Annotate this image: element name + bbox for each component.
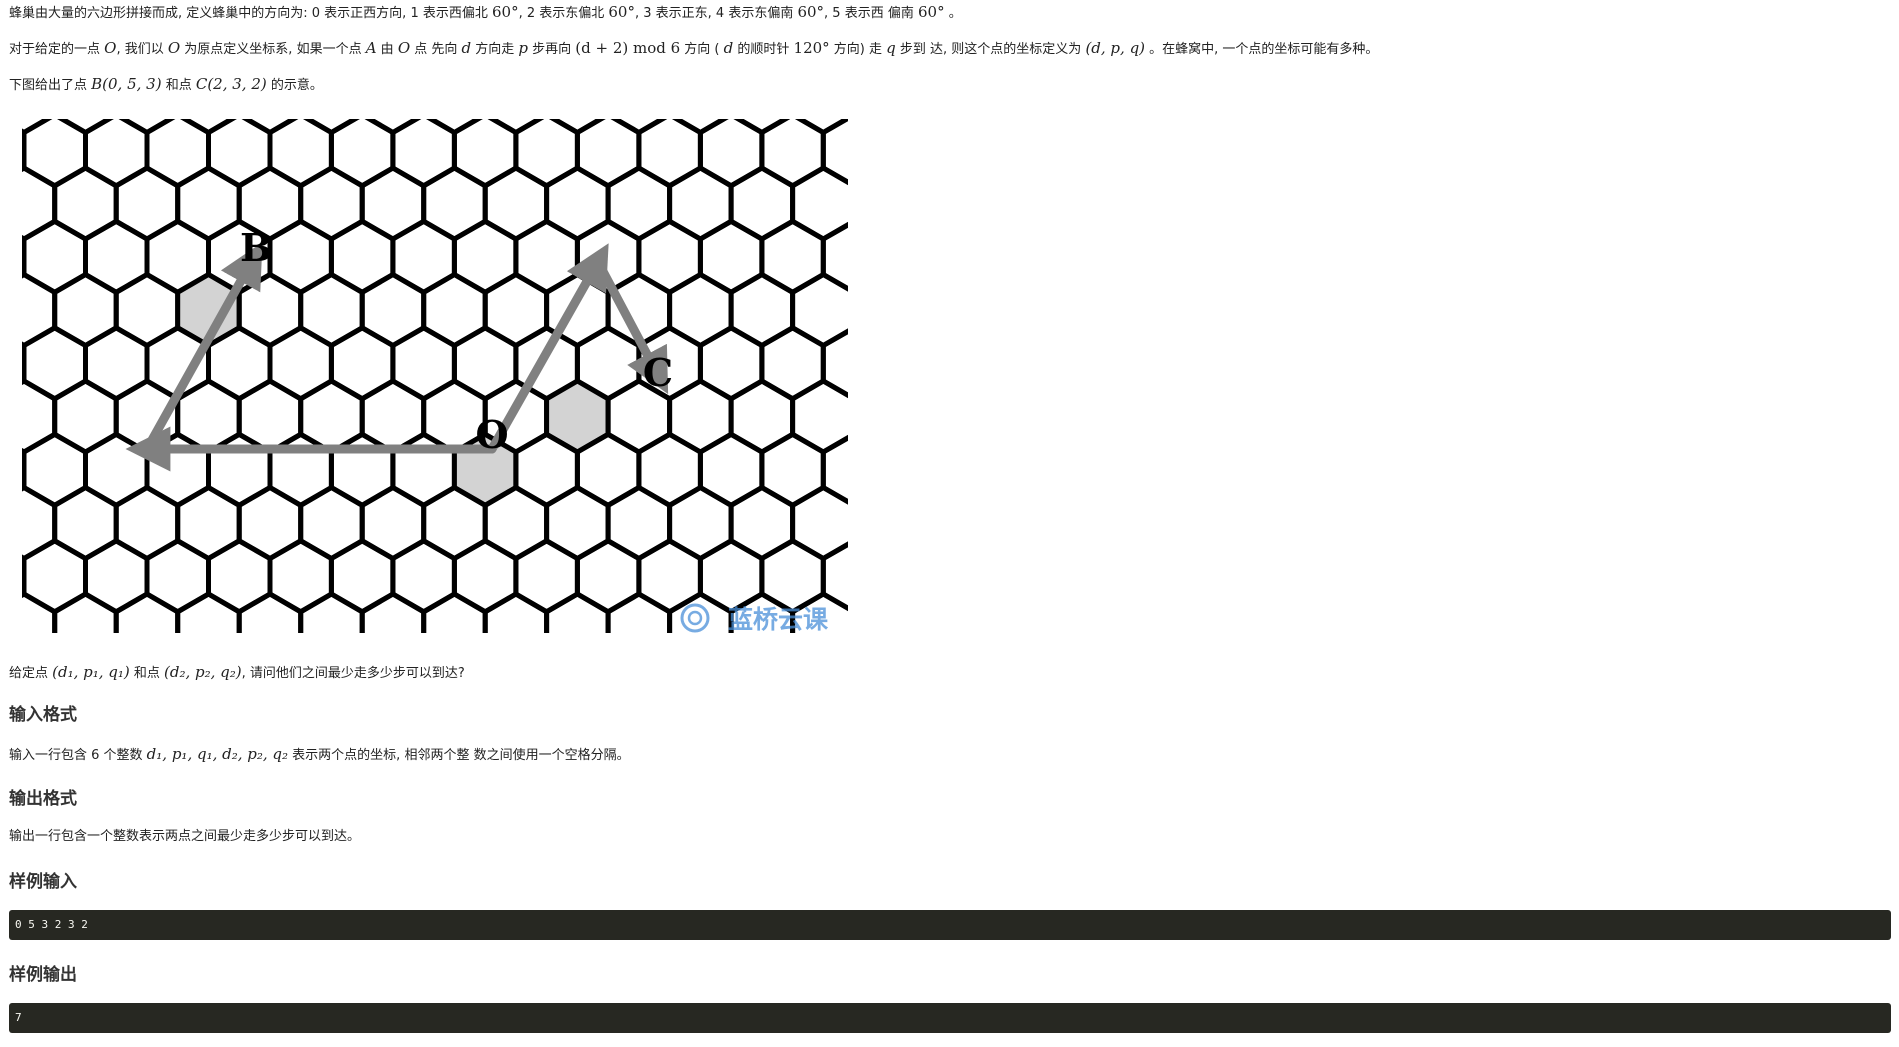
hex-cell — [298, 591, 365, 633]
point-label-b: B — [240, 225, 272, 270]
hex-cell — [236, 591, 304, 633]
watermark-text: 蓝桥云课 — [728, 605, 829, 633]
math-expr: (d, p, q) — [1085, 39, 1146, 57]
section-title-sample-output: 样例输出 — [9, 965, 77, 985]
figure-caption: 下图给出了点 B(0, 5, 3) 和点 C(2, 3, 2) 的示意。 — [9, 74, 323, 96]
watermark: 蓝桥云课 — [680, 603, 829, 633]
text-segment: 给定点 — [9, 666, 53, 681]
text-segment: 和点 — [161, 78, 196, 93]
text-segment: 和点 — [129, 666, 165, 681]
math-angle: 120° — [793, 39, 830, 57]
text-segment: 对于给定的一点 — [9, 42, 105, 57]
math-var: O — [104, 39, 117, 57]
sample-input-code[interactable]: 0 5 3 2 3 2 — [9, 910, 1891, 940]
watermark-logo-inner-icon — [687, 610, 703, 626]
text-segment: 。 — [944, 6, 962, 21]
text-segment: , 3 表示正东, 4 表示东偏南 — [634, 6, 798, 21]
text-segment: 点 先向 — [410, 42, 462, 57]
math-var: d — [461, 39, 472, 57]
math-var: p — [518, 39, 529, 57]
text-segment: 步到 达, 则这个点的坐标定义为 — [895, 42, 1086, 57]
math-point: (d₂, p₂, q₂) — [164, 663, 242, 681]
text-segment: 下图给出了点 — [9, 78, 92, 93]
point-label-c: C — [643, 350, 673, 395]
hex-cell — [52, 591, 119, 633]
honeycomb-diagram: B C O 蓝桥云课 — [22, 119, 848, 633]
text-segment: 的顺时针 — [733, 42, 794, 57]
math-point: (d₁, p₁, q₁) — [52, 663, 130, 681]
text-segment: , 我们以 — [116, 42, 168, 57]
text-segment: 方向) 走 — [829, 42, 887, 57]
text-segment: , 5 表示西 偏南 — [824, 6, 918, 21]
watermark-logo-icon — [680, 603, 710, 633]
text-segment: 蜂巢由大量的六边形拼接而成, 定义蜂巢中的方向为: 0 表示正西方向, 1 表示… — [9, 6, 492, 21]
hex-cell — [175, 591, 242, 633]
hex-grid — [22, 119, 848, 633]
input-description: 输入一行包含 6 个整数 d₁, p₁, q₁, d₂, p₂, q₂ 表示两个… — [9, 744, 630, 766]
section-title-input: 输入格式 — [9, 705, 77, 725]
text-segment: 由 — [376, 42, 398, 57]
hex-cell — [482, 591, 550, 633]
text-segment: 方向 ( — [680, 42, 724, 57]
hex-cell — [113, 591, 181, 633]
math-point: B(0, 5, 3) — [91, 75, 162, 93]
point-label-o: O — [475, 412, 508, 457]
section-title-sample-input: 样例输入 — [9, 872, 77, 892]
text-segment: 表示两个点的坐标, 相邻两个整 数之间使用一个空格分隔。 — [288, 748, 630, 763]
text-segment: 。在蜂窝中, 一个点的坐标可能有多种。 — [1145, 42, 1379, 57]
honeycomb-figure: B C O 蓝桥云课 — [22, 119, 848, 633]
hex-cell — [605, 591, 673, 633]
math-var: d — [723, 39, 734, 57]
math-angle: 60° — [608, 3, 635, 21]
math-var: O — [167, 39, 181, 57]
text-segment: 输入一行包含 6 个整数 — [9, 748, 147, 763]
text-segment: , 2 表示东偏北 — [518, 6, 609, 21]
coordinate-definition: 对于给定的一点 O, 我们以 O 为原点定义坐标系, 如果一个点 A 由 O 点… — [9, 38, 1378, 60]
direction-definition: 蜂巢由大量的六边形拼接而成, 定义蜂巢中的方向为: 0 表示正西方向, 1 表示… — [9, 2, 962, 24]
hex-cell — [421, 591, 488, 633]
text-segment: 方向走 — [471, 42, 519, 57]
hex-cell — [22, 591, 58, 633]
question-statement: 给定点 (d₁, p₁, q₁) 和点 (d₂, p₂, q₂), 请问他们之间… — [9, 662, 465, 684]
math-point: C(2, 3, 2) — [195, 75, 267, 93]
math-expr: (d + 2) mod 6 — [575, 39, 681, 57]
text-segment: , 请问他们之间最少走多少步可以到达? — [241, 666, 465, 681]
hex-cell — [359, 591, 427, 633]
output-description: 输出一行包含一个整数表示两点之间最少走多少步可以到达。 — [9, 829, 361, 844]
math-vars: d₁, p₁, q₁, d₂, p₂, q₂ — [146, 745, 289, 763]
math-var: A — [365, 39, 377, 57]
hex-cell — [544, 591, 611, 633]
text-segment: 为原点定义坐标系, 如果一个点 — [180, 42, 366, 57]
text-segment: 步再向 — [528, 42, 576, 57]
math-var: q — [886, 39, 896, 57]
text-segment: 的示意。 — [266, 78, 323, 93]
sample-output-code[interactable]: 7 — [9, 1003, 1891, 1033]
math-angle: 60° — [797, 3, 825, 21]
math-var: O — [397, 39, 411, 57]
math-angle: 60° — [491, 3, 519, 21]
math-angle: 60° — [917, 3, 945, 21]
section-title-output: 输出格式 — [9, 789, 77, 809]
